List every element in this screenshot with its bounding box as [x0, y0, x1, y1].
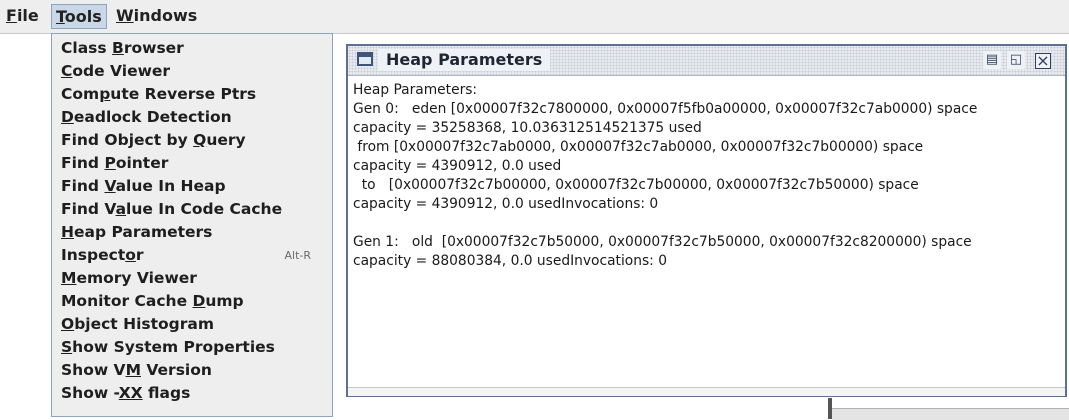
- menu-item-show-system-properties[interactable]: Show System Properties: [61, 336, 275, 359]
- menu-item-heap-parameters[interactable]: Heap Parameters: [61, 221, 212, 244]
- menu-item-memory-viewer[interactable]: Memory Viewer: [61, 267, 197, 290]
- menu-item-find-object-by-query[interactable]: Find Object by Query: [61, 129, 246, 152]
- menu-item-monitor-cache-dump[interactable]: Monitor Cache Dump: [61, 290, 244, 313]
- menu-item-find-pointer[interactable]: Find Pointer: [61, 152, 168, 175]
- menu-item-find-value-in-heap[interactable]: Find Value In Heap: [61, 175, 226, 198]
- menu-item-inspector[interactable]: Inspector Alt-R: [61, 244, 325, 267]
- text-line: capacity = 88080384, 0.0 usedInvocations…: [353, 253, 667, 269]
- menu-item-compute-reverse-ptrs[interactable]: Compute Reverse Ptrs: [61, 83, 256, 106]
- text-line: to [0x00007f32c7b00000, 0x00007f32c7b000…: [353, 177, 919, 193]
- desktop-bottom-panel: [832, 408, 1069, 420]
- menu-windows[interactable]: Windows: [112, 4, 201, 29]
- text-line: Gen 1: old [0x00007f32c7b50000, 0x00007f…: [353, 234, 972, 250]
- menu-item-object-histogram[interactable]: Object Histogram: [61, 313, 214, 336]
- window-icon: [357, 52, 373, 66]
- menu-tools[interactable]: Tools: [51, 4, 107, 29]
- desktop-divider: [828, 398, 832, 419]
- menu-item-deadlock-detection[interactable]: Deadlock Detection: [61, 106, 232, 129]
- window-title-bar[interactable]: Heap Parameters ▤ ◱ ×: [348, 46, 1065, 76]
- heap-parameters-window: Heap Parameters ▤ ◱ × Heap Parameters: G…: [346, 44, 1067, 397]
- menu-item-code-viewer[interactable]: Code Viewer: [61, 60, 170, 83]
- minimize-icon[interactable]: ▤: [983, 51, 1001, 69]
- menu-item-class-browser[interactable]: Class Browser: [61, 37, 184, 60]
- inspector-shortcut: Alt-R: [284, 249, 311, 262]
- heap-parameters-text: Heap Parameters: Gen 0: eden [0x00007f32…: [353, 80, 1065, 392]
- tools-menu-dropdown: Class Browser Code Viewer Compute Revers…: [51, 33, 333, 417]
- text-line: Heap Parameters:: [353, 82, 478, 98]
- window-title: Heap Parameters: [378, 49, 551, 71]
- text-line: capacity = 4390912, 0.0 used: [353, 158, 562, 174]
- text-line: from [0x00007f32c7ab0000, 0x00007f32c7ab…: [353, 139, 924, 155]
- text-line: capacity = 35258368, 10.036312514521375 …: [353, 120, 702, 136]
- maximize-icon[interactable]: ◱: [1007, 51, 1025, 69]
- window-bottom-edge: [348, 387, 1065, 396]
- menu-item-show-xx-flags[interactable]: Show -XX flags: [61, 382, 190, 405]
- menu-item-find-value-in-code-cache[interactable]: Find Value In Code Cache: [61, 198, 282, 221]
- close-icon[interactable]: ×: [1035, 53, 1051, 69]
- text-line: Gen 0: eden [0x00007f32c7800000, 0x00007…: [353, 101, 978, 117]
- menu-file[interactable]: File: [2, 4, 43, 29]
- menu-bar: File Tools Windows: [0, 0, 1069, 34]
- text-line: capacity = 4390912, 0.0 usedInvocations:…: [353, 196, 659, 212]
- menu-item-show-vm-version[interactable]: Show VM Version: [61, 359, 212, 382]
